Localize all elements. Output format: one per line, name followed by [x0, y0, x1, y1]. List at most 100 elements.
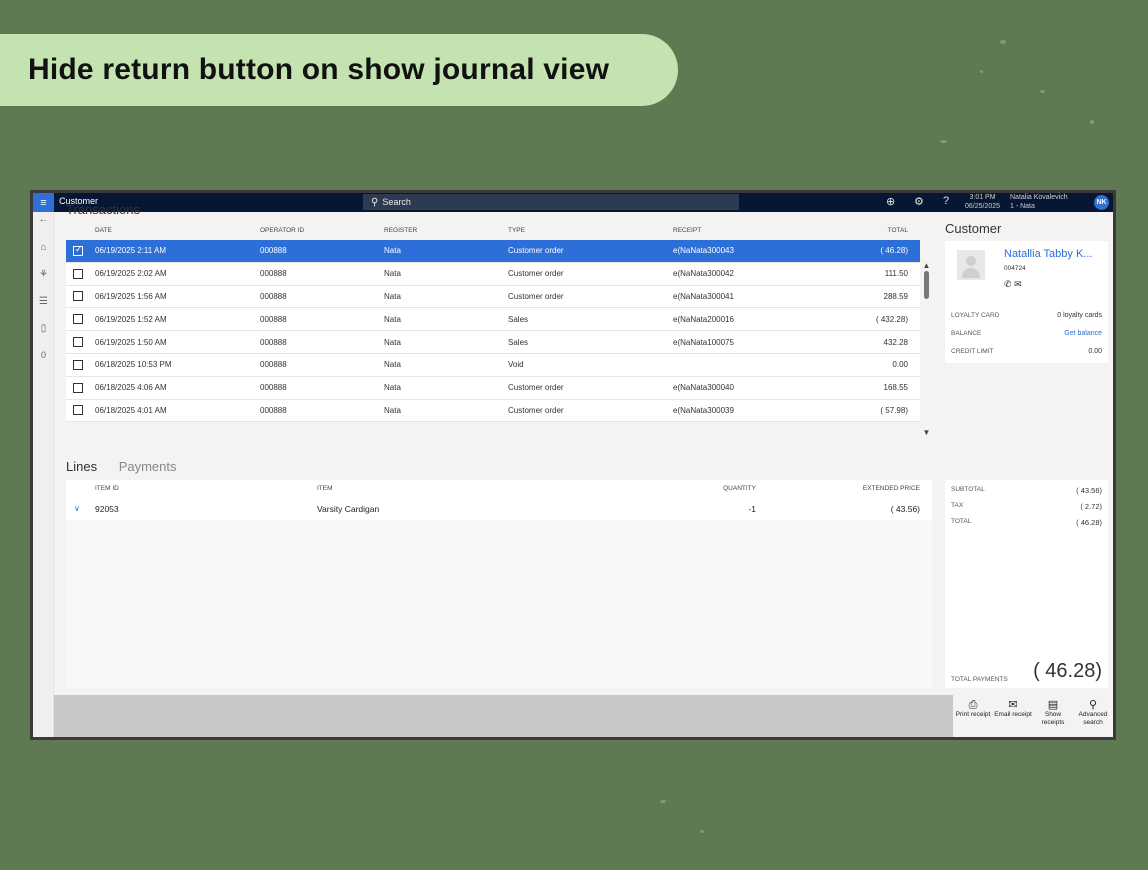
table-row[interactable]: 06/19/2025 2:11 AM 000888 Nata Customer ord…: [66, 240, 920, 263]
search-input[interactable]: ⚲ Search: [363, 194, 739, 210]
cell-register: Nata: [384, 360, 401, 370]
row-checkbox[interactable]: [73, 314, 83, 325]
cell-register: Nata: [384, 291, 401, 301]
avatar[interactable]: NK: [1094, 195, 1109, 210]
row-checkbox[interactable]: [73, 405, 83, 416]
home-icon[interactable]: ⌂: [37, 242, 50, 253]
cell-register: Nata: [384, 405, 401, 415]
cell-total: 168.55: [883, 383, 908, 393]
total-payments-value: ( 46.28): [1033, 660, 1102, 682]
clock-time: 3:01 PM: [969, 194, 996, 201]
cell-receipt: e(NaNata200016: [673, 314, 734, 324]
row-checkbox[interactable]: [73, 382, 83, 393]
cell-type: Sales: [508, 314, 529, 324]
hamburger-menu-icon[interactable]: ≡: [33, 193, 54, 212]
table-row[interactable]: 06/18/2025 10:53 PM 000888 Nata Void 0.00: [66, 353, 920, 377]
customer-card: Natallia Tabby K... 004724 ✆ ✉ LOYALTY C…: [945, 241, 1108, 363]
top-bar: ≡ Customer ⚲ Search ⊕ ⚙ ? 3:01 PM 06/25/…: [33, 193, 1113, 212]
cart-icon[interactable]: ▯: [37, 323, 50, 334]
phone-icon[interactable]: ✆: [1004, 279, 1012, 289]
subtotal-row: SUBTOTAL ( 43.56): [951, 486, 1102, 495]
show-receipts-button[interactable]: ▤ Show receipts: [1033, 695, 1073, 737]
col-total[interactable]: TOTAL: [838, 227, 920, 234]
cell-type: Sales: [508, 337, 529, 347]
list-icon[interactable]: ☰: [37, 296, 50, 307]
cell-operator: 000888: [260, 405, 287, 415]
cell-type: Void: [508, 360, 524, 370]
cell-operator: 000888: [260, 246, 287, 256]
cell-receipt: e(NaNata100075: [673, 337, 734, 347]
tax-label: TAX: [951, 502, 964, 509]
mail-icon[interactable]: ✉: [1014, 279, 1022, 289]
mail-icon: ✉: [1008, 699, 1018, 711]
table-row[interactable]: 06/18/2025 4:06 AM 000888 Nata Customer ord…: [66, 376, 920, 400]
row-checkbox[interactable]: [73, 268, 83, 279]
line-item-id: 92053: [95, 503, 119, 514]
col-receipt[interactable]: RECEIPT: [673, 227, 838, 234]
globe-icon[interactable]: ⊕: [886, 195, 895, 208]
transactions-title: Transactions: [66, 202, 140, 217]
cell-receipt: e(NaNata300040: [673, 383, 734, 393]
products-icon[interactable]: ⚘: [37, 269, 50, 280]
customer-id: 004724: [1004, 265, 1026, 272]
row-checkbox[interactable]: [73, 359, 83, 370]
row-checkbox[interactable]: [73, 291, 83, 302]
user-info: Natalia Kovalevich 1 - Nata: [1010, 193, 1068, 211]
cell-type: Customer order: [508, 291, 564, 301]
table-row[interactable]: 06/18/2025 4:01 AM 000888 Nata Customer ord…: [66, 399, 920, 423]
pos-screen: ≡ Customer ⚲ Search ⊕ ⚙ ? 3:01 PM 06/25/…: [33, 193, 1113, 737]
col-register[interactable]: REGISTER: [384, 227, 508, 234]
get-balance-link[interactable]: Get balance: [1064, 330, 1102, 337]
print-receipt-button[interactable]: ⎙ Print receipt: [953, 695, 993, 737]
chevron-down-icon[interactable]: ∨: [74, 504, 80, 513]
scroll-thumb[interactable]: [924, 271, 929, 299]
help-icon[interactable]: ?: [943, 195, 949, 207]
pos-window: ≡ Customer ⚲ Search ⊕ ⚙ ? 3:01 PM 06/25/…: [30, 190, 1116, 740]
cell-total: ( 46.28): [880, 246, 908, 256]
cell-total: 111.50: [884, 269, 908, 279]
cell-total: ( 432.28): [875, 314, 908, 324]
cell-date: 06/18/2025 4:06 AM: [95, 383, 167, 393]
table-row[interactable]: 06/19/2025 2:02 AM 000888 Nata Customer ord…: [66, 262, 920, 286]
back-arrow-icon[interactable]: ←: [37, 214, 50, 225]
advanced-search-button[interactable]: ⚲ Advanced search: [1073, 695, 1113, 737]
cell-operator: 000888: [260, 269, 287, 279]
row-checkbox[interactable]: [73, 244, 83, 256]
cell-receipt: e(NaNata300043: [673, 246, 734, 256]
left-nav: ← ⌂ ⚘ ☰ ▯ 0: [33, 212, 54, 737]
credit-value: 0.00: [1088, 348, 1102, 355]
customer-name[interactable]: Natallia Tabby K...: [1004, 248, 1092, 260]
contact-icons: ✆ ✉: [1004, 279, 1022, 290]
col-type[interactable]: TYPE: [508, 227, 673, 234]
total-row: TOTAL ( 46.28): [951, 518, 1102, 527]
show-receipts-label: Show receipts: [1041, 711, 1065, 726]
table-row[interactable]: 06/19/2025 1:56 AM 000888 Nata Customer ord…: [66, 285, 920, 309]
table-row[interactable]: ∨ 92053 Varsity Cardigan -1 ( 43.56): [66, 497, 932, 520]
table-row[interactable]: 06/19/2025 1:50 AM 000888 Nata Sales e(NaNat…: [66, 331, 920, 354]
footer-actions: ⎙ Print receipt ✉ Email receipt ▤ Show r…: [953, 695, 1113, 737]
lines-table: ITEM ID ITEM QUANTITY EXTENDED PRICE ∨ 9…: [66, 480, 932, 688]
table-row[interactable]: 06/19/2025 1:52 AM 000888 Nata Sales e(NaNat…: [66, 308, 920, 332]
col-operator[interactable]: OPERATOR ID: [260, 227, 384, 234]
scroll-up-icon[interactable]: ▲: [922, 261, 931, 270]
tab-lines[interactable]: Lines: [66, 459, 97, 474]
row-checkbox[interactable]: [73, 337, 83, 348]
total-payments-label: TOTAL PAYMENTS: [951, 676, 1008, 683]
loyalty-value: 0 loyalty cards: [1057, 312, 1102, 319]
cell-register: Nata: [384, 337, 401, 347]
total-payments-row: TOTAL PAYMENTS ( 46.28): [951, 660, 1102, 683]
cell-receipt: e(NaNata300039: [673, 405, 734, 415]
lines-header: ITEM ID ITEM QUANTITY EXTENDED PRICE: [66, 480, 932, 497]
tab-payments[interactable]: Payments: [119, 459, 177, 474]
transactions-scrollbar[interactable]: ▲ ▼: [922, 261, 931, 437]
col-item: ITEM: [317, 485, 333, 492]
balance-row: BALANCE Get balance: [951, 330, 1102, 337]
email-receipt-button[interactable]: ✉ Email receipt: [993, 695, 1033, 737]
cell-date: 06/19/2025 1:50 AM: [95, 337, 167, 347]
clock-date: 06/25/2025: [965, 203, 1001, 210]
lines-tabs: Lines Payments: [66, 459, 177, 474]
gear-icon[interactable]: ⚙: [914, 195, 924, 208]
totals-panel: SUBTOTAL ( 43.56) TAX ( 2.72) TOTAL ( 46…: [945, 480, 1108, 688]
scroll-down-icon[interactable]: ▼: [922, 428, 931, 437]
col-date[interactable]: DATE: [95, 227, 260, 234]
